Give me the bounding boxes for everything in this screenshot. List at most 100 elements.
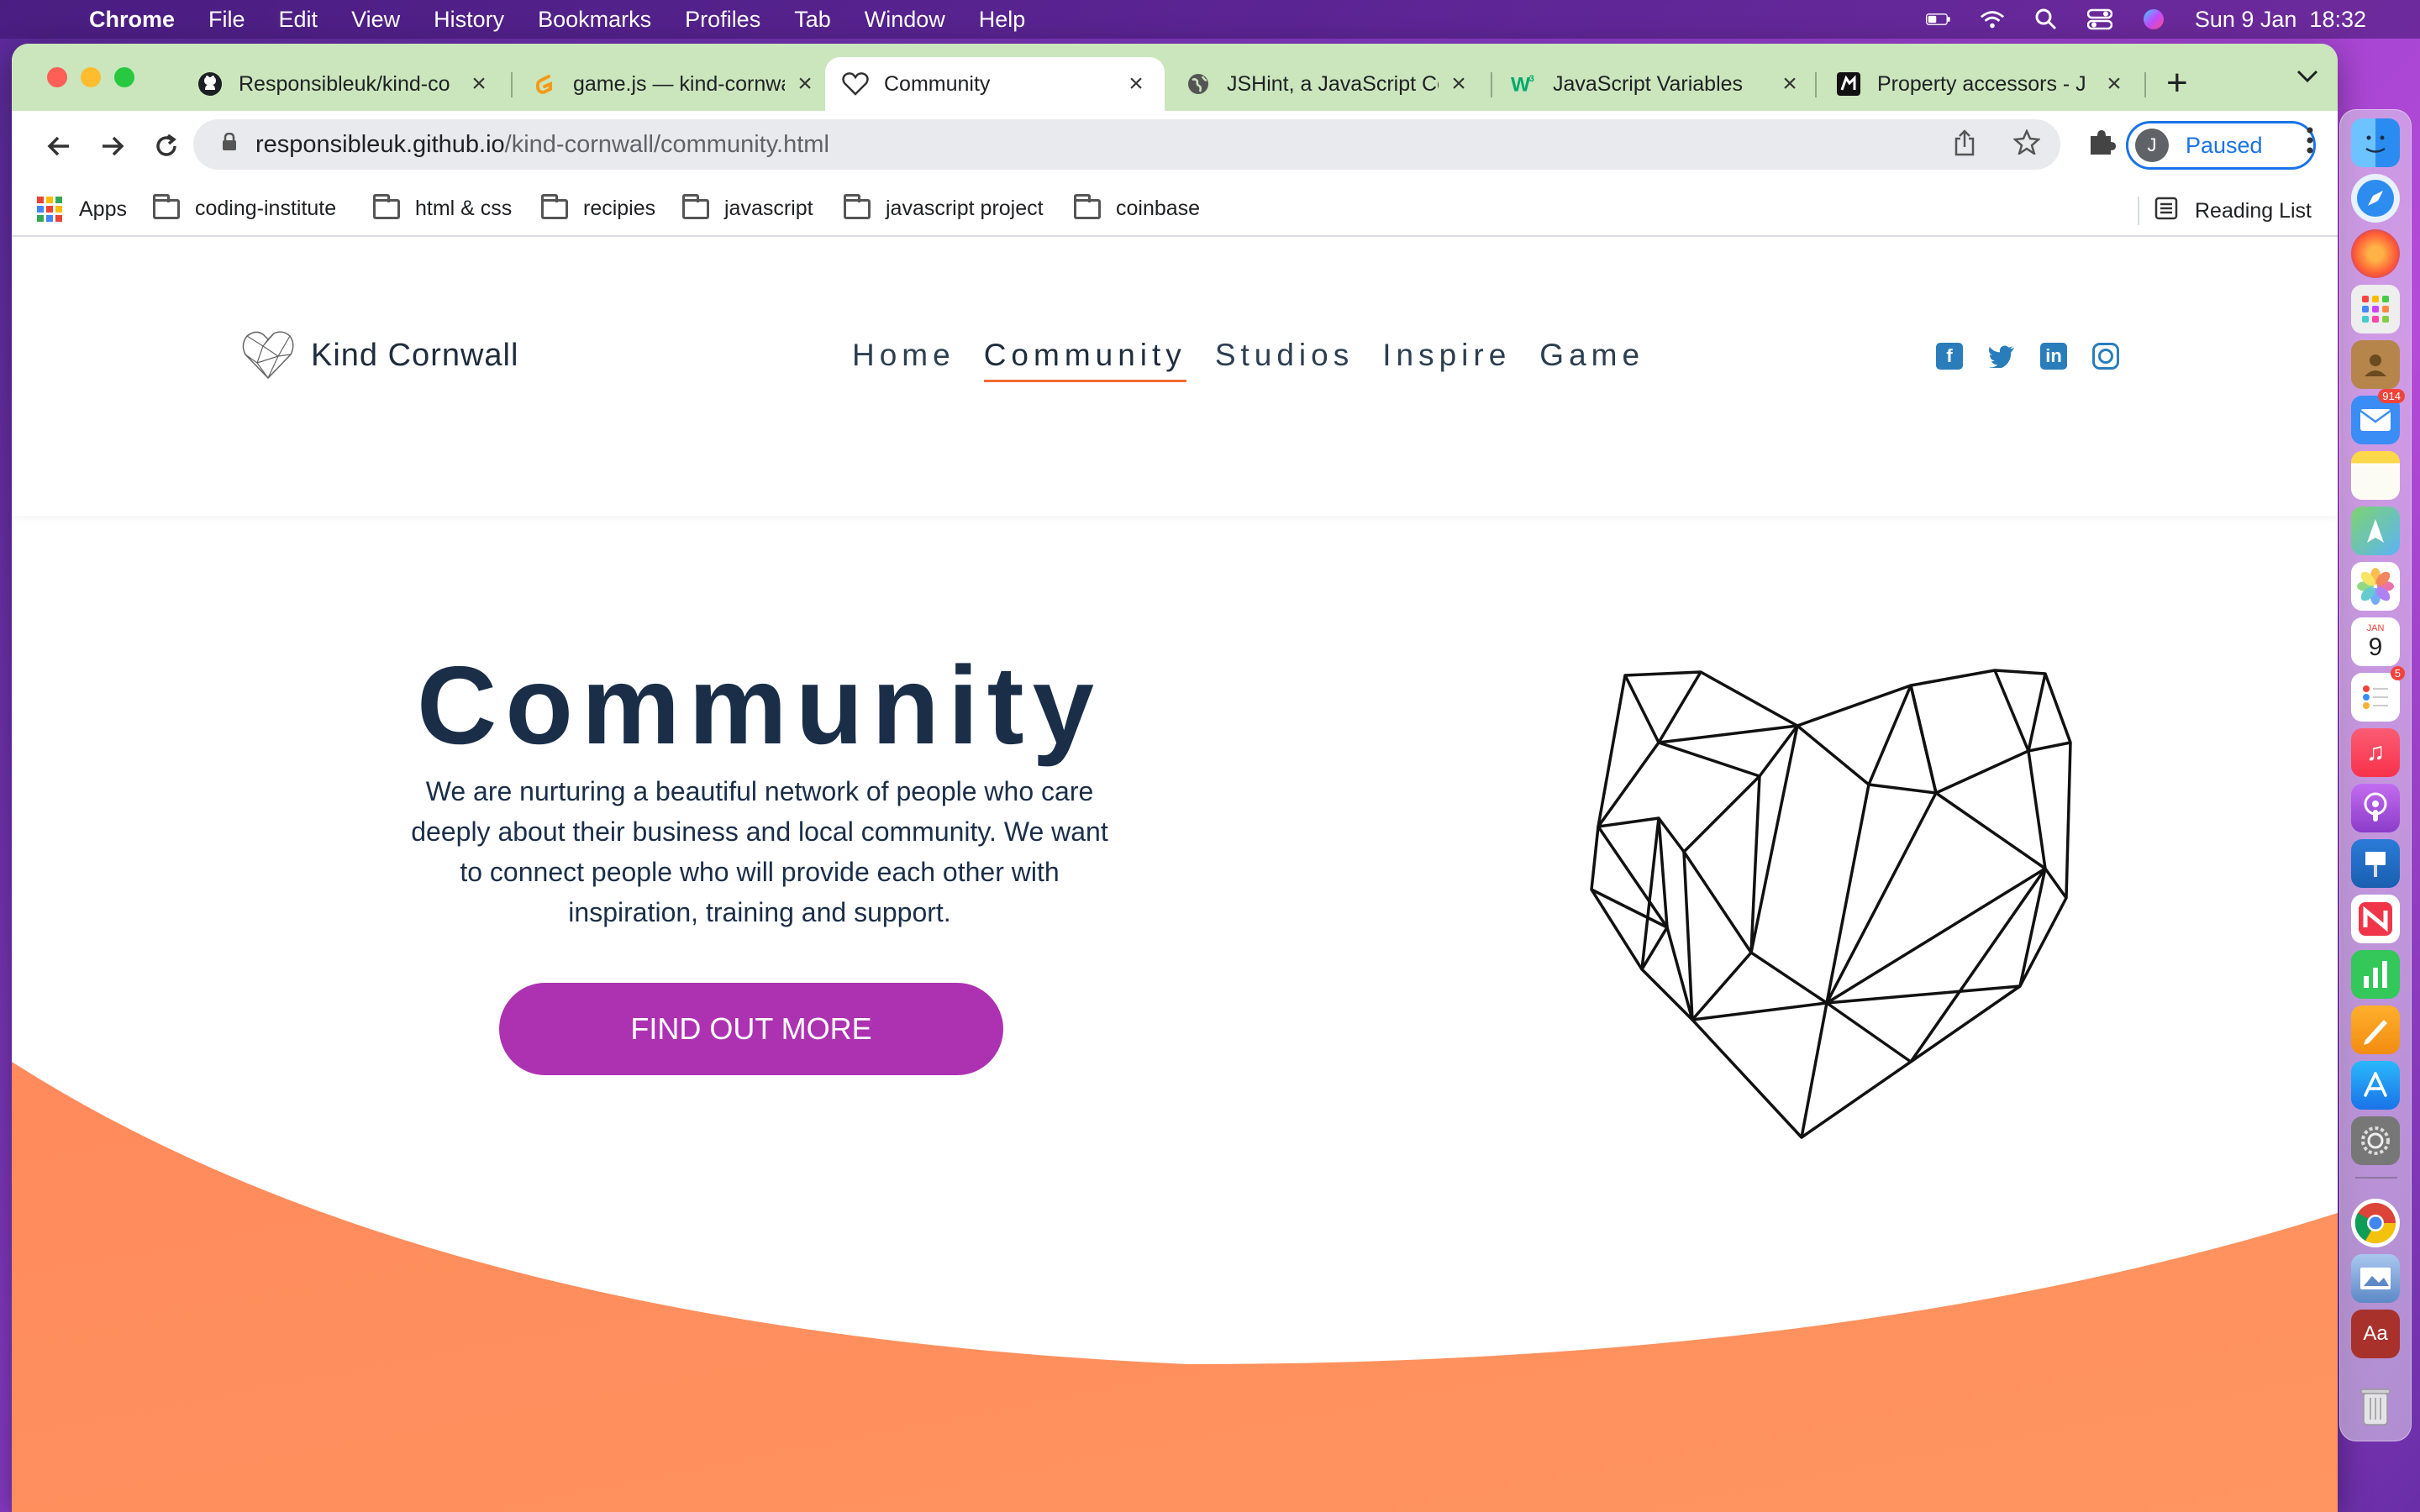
safari-icon[interactable] [2351,174,2400,223]
numbers-icon[interactable] [2351,950,2400,999]
reminders-icon[interactable]: 5 [2351,666,2405,722]
control-center-icon[interactable] [2086,8,2112,30]
tab-community[interactable]: Community × [825,57,1165,111]
minimize-window-button[interactable] [81,67,101,87]
menu-tab[interactable]: Tab [794,7,831,33]
close-tab-icon[interactable]: × [1447,70,1470,98]
address-bar[interactable]: responsibleuk.github.io/kind-cornwall/co… [193,119,2060,170]
bookmark-coinbase[interactable]: coinbase [1074,193,1200,221]
menu-view[interactable]: View [351,7,400,33]
reading-list-icon [2154,197,2178,226]
siri-icon[interactable] [2141,8,2166,30]
podcasts-icon[interactable] [2351,784,2400,832]
bookmark-label: recipies [583,197,656,220]
clock-datetime[interactable]: Sun 9 Jan 18:32 [2195,7,2366,33]
linkedin-icon[interactable]: in [2040,343,2067,370]
bookmark-html-css[interactable]: html & css [373,193,512,221]
menu-profiles[interactable]: Profiles [685,7,760,33]
menu-help[interactable]: Help [979,7,1026,33]
nav-community[interactable]: Community [983,338,1186,382]
contacts-icon[interactable] [2351,340,2400,389]
tab-property-accessors[interactable]: Property accessors - J × [1818,57,2143,111]
close-tab-icon[interactable]: × [793,70,817,98]
system-preferences-icon[interactable] [2351,1116,2400,1165]
nav-studios[interactable]: Studios [1215,338,1354,382]
close-tab-icon[interactable]: × [2102,70,2126,98]
preview-icon[interactable] [2351,1254,2400,1303]
w3schools-icon: W3 [1511,71,1538,97]
app-store-icon[interactable] [2351,1061,2400,1110]
reading-list-button[interactable]: Reading List [2154,197,2312,226]
tab-title: JavaScript Variables [1553,71,1744,96]
keynote-icon[interactable] [2351,839,2400,888]
more-menu-icon[interactable] [2306,126,2323,162]
reload-button[interactable] [148,128,185,165]
close-tab-icon[interactable]: × [467,70,491,98]
spotlight-search-icon[interactable] [2033,8,2059,30]
menu-history[interactable]: History [434,7,504,33]
lock-icon[interactable] [222,132,237,156]
share-icon[interactable] [1953,129,1976,163]
tab-responsibleuk[interactable]: Responsibleuk/kind-co × [180,57,508,111]
music-icon[interactable]: ♫ [2351,728,2400,777]
notes-icon[interactable] [2351,451,2400,500]
close-tab-icon[interactable]: × [1778,70,1802,98]
facebook-icon[interactable]: f [1936,343,1963,370]
tab-js-variables[interactable]: W3 JavaScript Variables × [1494,57,1818,111]
bookmark-javascript-project[interactable]: javascript project [844,193,1044,221]
pages-icon[interactable] [2351,1005,2400,1054]
tab-title: game.js — kind-cornwa [573,71,785,96]
back-button[interactable] [40,128,77,165]
bookmark-javascript[interactable]: javascript [682,193,813,221]
site-logo[interactable]: Kind Cornwall [240,329,518,381]
close-window-button[interactable] [47,67,67,87]
menu-edit[interactable]: Edit [279,7,318,33]
folder-icon [1074,193,1101,219]
photos-icon[interactable] [2351,562,2400,611]
find-out-more-button[interactable]: FIND OUT MORE [499,983,1003,1075]
extensions-puzzle-icon[interactable] [2087,128,2116,164]
bookmark-apps[interactable]: Apps [37,197,127,222]
bookmark-label: Apps [79,197,127,221]
trash-icon[interactable] [2351,1382,2400,1431]
menu-file[interactable]: File [208,7,245,33]
wifi-icon[interactable] [1980,8,2005,30]
chrome-icon[interactable] [2351,1199,2400,1247]
dictionary-icon[interactable]: Aa [2351,1310,2400,1358]
menu-app-name[interactable]: Chrome [89,7,175,33]
bookmark-recipies[interactable]: recipies [541,193,656,221]
finder-icon[interactable] [2351,118,2400,167]
launchpad-icon[interactable] [2351,285,2400,333]
bookmark-coding-institute[interactable]: coding-institute [153,193,336,221]
nav-inspire[interactable]: Inspire [1382,338,1511,382]
firefox-icon[interactable] [2351,229,2400,278]
tab-jshint[interactable]: JSHint, a JavaScript Co × [1168,57,1487,111]
calendar-icon[interactable]: JAN 9 [2351,617,2400,666]
menu-window[interactable]: Window [865,7,945,33]
bookmark-star-icon[interactable] [2012,128,2041,163]
nav-home[interactable]: Home [852,338,955,382]
reading-list-label: Reading List [2195,199,2312,223]
bookmark-label: javascript [724,197,813,220]
site-nav: Home Community Studios Inspire Game [852,338,1644,382]
nav-game[interactable]: Game [1539,338,1644,382]
twitter-icon[interactable] [1988,343,2015,370]
social-links: f in [1936,343,2119,370]
mail-icon[interactable]: 914 [2351,389,2405,444]
tab-title: Property accessors - J [1877,71,2086,96]
github-icon [197,71,224,97]
instagram-icon[interactable] [2092,343,2119,370]
menu-bookmarks[interactable]: Bookmarks [538,7,651,33]
profile-button[interactable]: J Paused [2126,121,2316,170]
gitpod-icon [531,71,558,97]
battery-icon[interactable] [1925,8,1951,30]
zoom-window-button[interactable] [114,67,134,87]
tab-search-chevron-icon[interactable] [2296,62,2319,91]
bookmarks-divider [2138,197,2139,225]
close-tab-icon[interactable]: × [1124,70,1148,98]
maps-icon[interactable] [2351,507,2400,555]
tab-game-js[interactable]: game.js — kind-cornwa × [514,57,834,111]
new-tab-button[interactable]: + [2166,62,2188,104]
news-icon[interactable] [2351,895,2400,943]
forward-button[interactable] [94,128,131,165]
